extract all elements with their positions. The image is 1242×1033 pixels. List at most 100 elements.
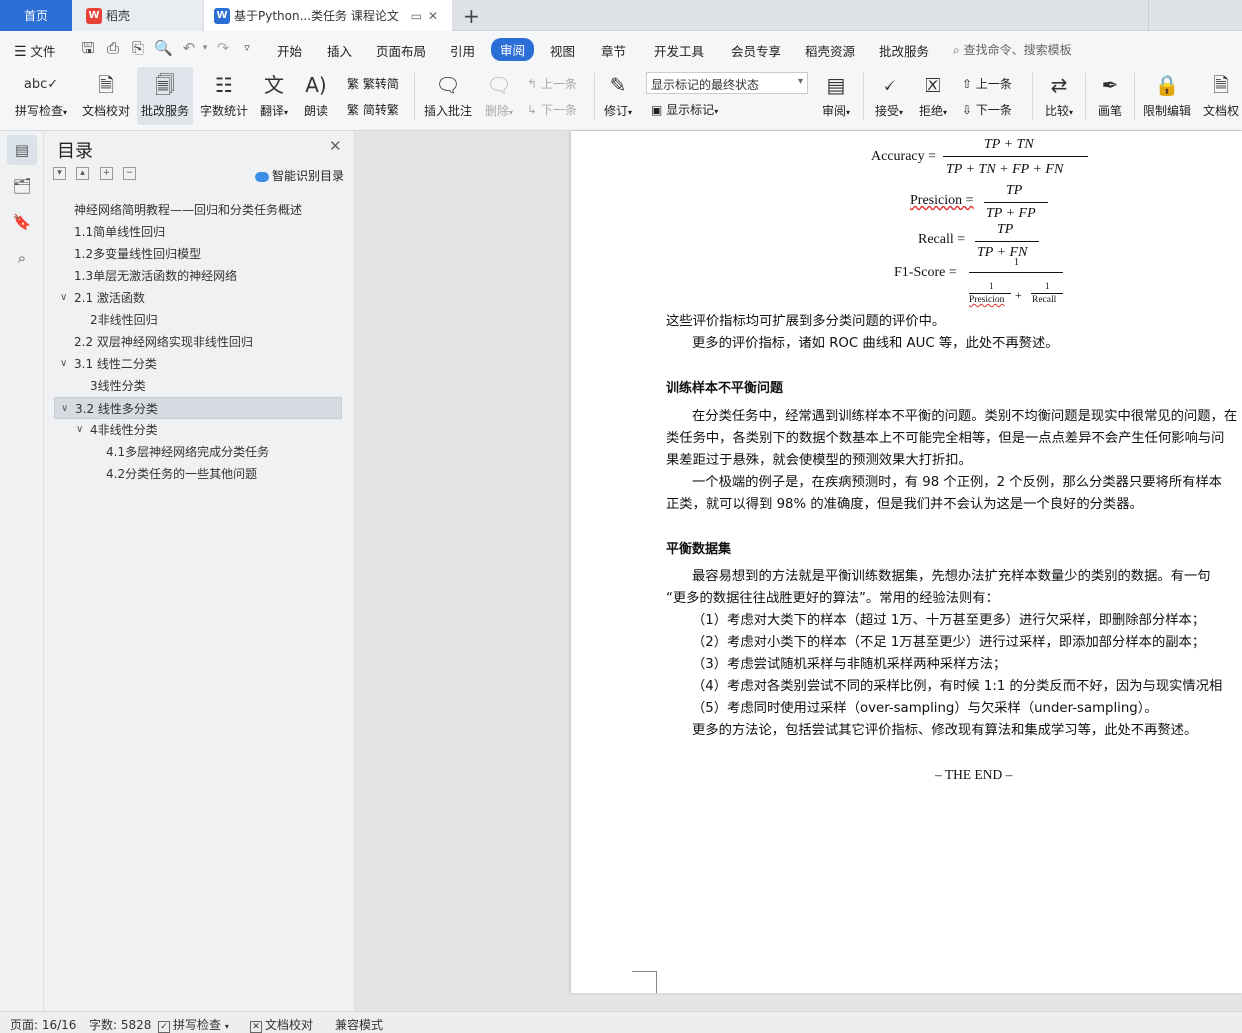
add-heading-icon[interactable]: + bbox=[100, 167, 113, 180]
menu-item[interactable]: 插入 bbox=[327, 41, 352, 60]
next-comment-button[interactable]: ↳ 下一条 bbox=[527, 101, 577, 118]
compare-button[interactable]: ⇄ 比较▾ bbox=[1040, 67, 1078, 125]
accept-icon: 🗸 bbox=[882, 73, 896, 97]
document-page[interactable]: Accuracy = TP + TN TP + TN + FP + FN Pre… bbox=[571, 131, 1242, 993]
toc-item[interactable]: 2.2 双层神经网络实现非线性回归 bbox=[54, 331, 342, 353]
insert-comment-label: 插入批注 bbox=[423, 104, 472, 118]
read-aloud-button[interactable]: A) 朗读 bbox=[300, 67, 332, 125]
smart-toc-button[interactable]: 智能识别目录 bbox=[255, 167, 344, 184]
file-menu[interactable]: ☰ 文件 bbox=[14, 41, 56, 60]
page-indicator[interactable]: 页面: 16/16 bbox=[10, 1016, 76, 1033]
word-count-button[interactable]: ☷ 字数统计 bbox=[197, 67, 251, 125]
review-service-button[interactable]: 🗐 批改服务 bbox=[137, 67, 193, 125]
menu-item[interactable]: 开始 bbox=[277, 41, 302, 60]
toc-item[interactable]: ∨ 3.1 线性二分类 bbox=[54, 353, 342, 375]
bookmark-icon[interactable]: 🔖 bbox=[7, 207, 37, 237]
trad-to-simp-icon: 繁 bbox=[347, 77, 360, 91]
insert-comment-button[interactable]: 🗨 插入批注 bbox=[422, 67, 474, 125]
compat-mode-status: 兼容模式 bbox=[335, 1018, 384, 1032]
prev-comment-button[interactable]: ↰ 上一条 bbox=[527, 75, 577, 92]
ribbon-separator bbox=[594, 73, 595, 121]
menu-item[interactable]: 章节 bbox=[601, 41, 626, 60]
tab-pin-icon[interactable]: ▭ bbox=[411, 9, 428, 23]
tab-close-icon[interactable]: ✕ bbox=[428, 9, 444, 23]
expand-up-icon[interactable]: ▴ bbox=[76, 167, 89, 180]
toc-item[interactable]: 1.1简单线性回归 bbox=[54, 221, 342, 243]
doc-permission-button[interactable]: 🗎 文档权 bbox=[1200, 67, 1242, 125]
command-search[interactable]: ⌕ 查找命令、搜索模板 bbox=[953, 41, 1072, 58]
toc-item[interactable]: 3线性分类 bbox=[54, 375, 342, 397]
trad-to-simp-button[interactable]: 繁 繁转简 bbox=[347, 75, 399, 92]
toc-item[interactable]: 4.1多层神经网络完成分类任务 bbox=[54, 441, 342, 463]
menu-item[interactable]: 视图 bbox=[550, 41, 575, 60]
toc-item[interactable]: ∨ 4非线性分类 bbox=[54, 419, 342, 441]
toc-item[interactable]: ∨ 3.2 线性多分类 bbox=[54, 397, 342, 419]
next-change-label: 下一条 bbox=[975, 103, 1012, 117]
menu-item[interactable]: 引用 bbox=[450, 41, 475, 60]
search-icon[interactable]: ⌕ bbox=[7, 243, 37, 273]
toc-item[interactable]: ∨ 2.1 激活函数 bbox=[54, 287, 342, 309]
collapse-all-icon[interactable]: ▾ bbox=[53, 167, 66, 180]
simp-to-trad-icon: 繁 bbox=[347, 103, 360, 117]
reject-button[interactable]: 🗵 拒绝▾ bbox=[914, 67, 952, 125]
menu-item[interactable]: 会员专享 bbox=[731, 41, 781, 60]
chevron-down-icon: ▾ bbox=[797, 76, 803, 87]
redo-icon[interactable]: ↷ bbox=[214, 39, 232, 57]
menu-item[interactable]: 审阅 bbox=[491, 38, 535, 61]
recall-denominator: TP + FN bbox=[977, 245, 1028, 260]
delete-comment-button[interactable]: 🗨 删除▾ bbox=[481, 67, 517, 125]
save-icon[interactable]: 🖫 bbox=[79, 39, 97, 57]
remove-heading-icon[interactable]: − bbox=[123, 167, 136, 180]
translate-icon: 文 bbox=[264, 73, 284, 97]
customize-quick-access-icon[interactable]: ▿ bbox=[238, 39, 256, 57]
next-change-button[interactable]: ⇩ 下一条 bbox=[962, 101, 1012, 118]
show-markup-icon: ▣ bbox=[651, 103, 663, 117]
new-tab-plus-icon[interactable]: + bbox=[463, 4, 480, 28]
close-icon[interactable]: ✕ bbox=[329, 137, 342, 155]
chevron-down-icon[interactable]: ∨ bbox=[60, 353, 67, 375]
simp-to-trad-button[interactable]: 繁 简转繁 bbox=[347, 101, 399, 118]
chevron-down-icon[interactable]: ∨ bbox=[60, 287, 67, 309]
tab-document[interactable]: W 基于Python...类任务 课程论文 ▭✕ bbox=[204, 0, 452, 31]
tab-daoke[interactable]: W 稻壳 bbox=[72, 0, 202, 31]
toc-item[interactable]: 神经网络简明教程——回归和分类任务概述 bbox=[54, 199, 342, 221]
revise-button[interactable]: ✎ 修订▾ bbox=[600, 67, 636, 125]
menu-item[interactable]: 稻壳资源 bbox=[805, 41, 855, 60]
undo-dropdown-icon[interactable]: ▾ bbox=[196, 39, 214, 57]
export-pdf-icon[interactable]: ⎙ bbox=[104, 39, 122, 57]
print-icon[interactable]: ⎘ bbox=[129, 39, 147, 57]
prev-change-button[interactable]: ⇧ 上一条 bbox=[962, 75, 1012, 92]
review-pane-button[interactable]: ▤ 审阅▾ bbox=[816, 67, 856, 125]
section-heading: 训练样本不平衡问题 bbox=[666, 381, 784, 396]
restrict-edit-button[interactable]: 🔒 限制编辑 bbox=[1141, 67, 1193, 125]
toc-item[interactable]: 4.2分类任务的一些其他问题 bbox=[54, 463, 342, 485]
show-markup-button[interactable]: ▣ 显示标记▾ bbox=[651, 101, 718, 118]
compare-icon: ⇄ bbox=[1050, 73, 1068, 97]
word-count-indicator[interactable]: 字数: 5828 bbox=[89, 1016, 151, 1033]
f1-one-b: 1 bbox=[1045, 281, 1050, 291]
chapter-nav-icon[interactable]: 🗂 bbox=[7, 171, 37, 201]
spell-check-button[interactable]: abc✓ 拼写检查▾ bbox=[10, 67, 72, 125]
toc-item[interactable]: 1.2多变量线性回归模型 bbox=[54, 243, 342, 265]
chevron-down-icon[interactable]: ∨ bbox=[76, 419, 83, 441]
translate-button[interactable]: 文翻译▾ bbox=[256, 67, 292, 125]
doc-proof-status[interactable]: ✕ 文档校对 bbox=[250, 1016, 313, 1033]
doc-proof-button[interactable]: 🗎 文档校对 bbox=[79, 67, 133, 125]
toc-item[interactable]: 1.3单层无激活函数的神经网络 bbox=[54, 265, 342, 287]
spell-check-status[interactable]: ✓ 拼写检查 ▾ bbox=[158, 1016, 229, 1033]
paragraph: 类任务中，各类别下的数据个数基本上不可能完全相等，但是一点点差异不会产生任何影响… bbox=[666, 431, 1225, 446]
accept-button[interactable]: 🗸 接受▾ bbox=[870, 67, 908, 125]
toc-item[interactable]: 2非线性回归 bbox=[54, 309, 342, 331]
pen-button[interactable]: ✒ 画笔 bbox=[1093, 67, 1127, 125]
markup-state-select[interactable]: 显示标记的最终状态 ▾ bbox=[646, 72, 808, 94]
chevron-down-icon[interactable]: ∨ bbox=[61, 398, 68, 420]
tab-home[interactable]: 首页 bbox=[0, 0, 72, 31]
print-preview-icon[interactable]: 🔍 bbox=[154, 39, 173, 57]
toc-panel-icon[interactable]: ▤ bbox=[7, 135, 37, 165]
ribbon-separator bbox=[1134, 73, 1135, 121]
menu-item[interactable]: 批改服务 bbox=[879, 41, 929, 60]
restrict-edit-label: 限制编辑 bbox=[1142, 104, 1191, 118]
paragraph: 这些评价指标均可扩展到多分类问题的评价中。 bbox=[666, 314, 946, 329]
menu-item[interactable]: 页面布局 bbox=[376, 41, 426, 60]
menu-item[interactable]: 开发工具 bbox=[654, 41, 704, 60]
